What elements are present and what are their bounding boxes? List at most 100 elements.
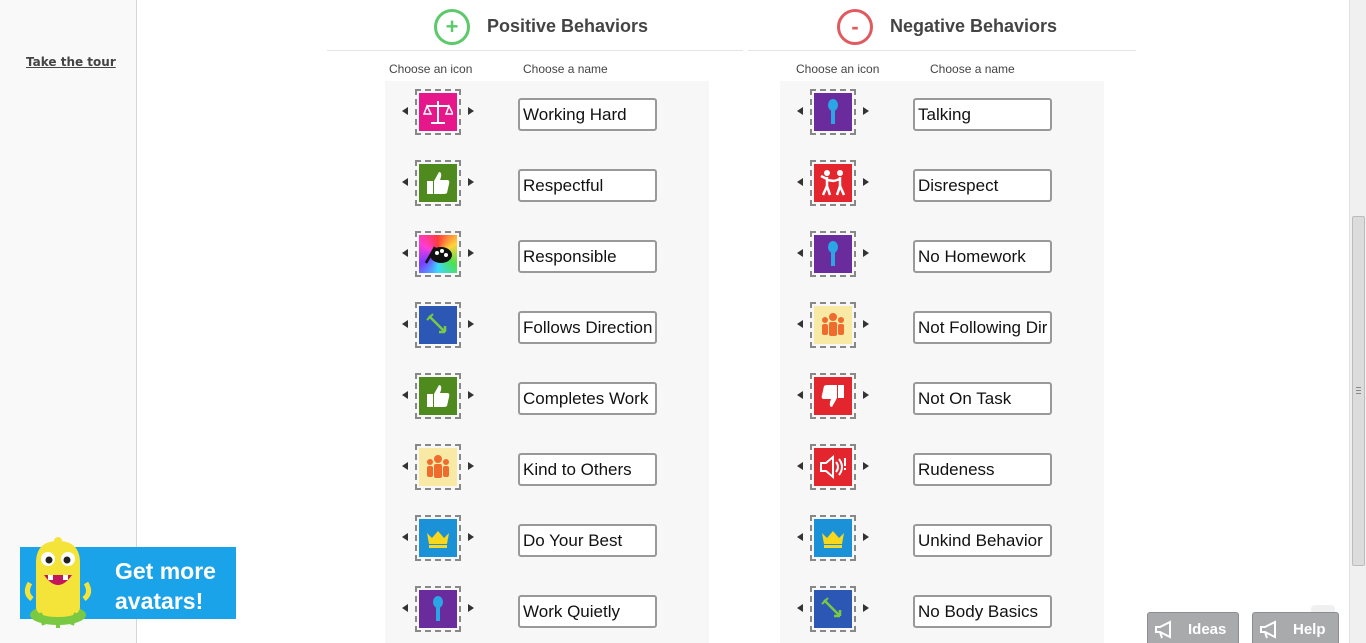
behavior-row [780, 584, 1104, 634]
next-icon-arrow[interactable] [863, 178, 869, 186]
previous-icon-arrow[interactable] [797, 533, 803, 541]
behavior-name-input[interactable] [913, 453, 1052, 486]
behavior-row [780, 158, 1104, 208]
behavior-icon-tile[interactable] [415, 160, 461, 206]
behavior-row [780, 87, 1104, 137]
behavior-icon-tile[interactable] [415, 302, 461, 348]
next-icon-arrow[interactable] [468, 604, 474, 612]
positive-behaviors-title: Positive Behaviors [487, 16, 649, 36]
previous-icon-arrow[interactable] [402, 462, 408, 470]
thumbs-up-icon [419, 164, 457, 202]
behavior-icon-tile[interactable] [415, 444, 461, 490]
behavior-name-input[interactable] [518, 524, 657, 557]
previous-icon-arrow[interactable] [797, 249, 803, 257]
behavior-row [780, 442, 1104, 492]
help-button[interactable]: Help [1252, 612, 1339, 643]
behavior-name-input[interactable] [913, 382, 1052, 415]
behavior-row [385, 300, 709, 350]
page-scrollbar[interactable] [1349, 0, 1366, 643]
behavior-icon-tile[interactable] [810, 373, 856, 419]
positive-choose-name-label: Choose a name [523, 62, 608, 76]
behavior-icon-tile[interactable] [415, 515, 461, 561]
behavior-row [385, 229, 709, 279]
behavior-row [385, 513, 709, 563]
behavior-icon-tile[interactable] [415, 231, 461, 277]
previous-icon-arrow[interactable] [402, 320, 408, 328]
previous-icon-arrow[interactable] [797, 462, 803, 470]
next-icon-arrow[interactable] [468, 320, 474, 328]
ideas-button[interactable]: Ideas [1147, 612, 1239, 643]
behavior-name-input[interactable] [518, 240, 657, 273]
previous-icon-arrow[interactable] [797, 178, 803, 186]
behavior-name-input[interactable] [518, 169, 657, 202]
megaphone-icon [1260, 620, 1276, 639]
promo-line-2: avatars! [115, 588, 204, 614]
behavior-row [780, 229, 1104, 279]
next-icon-arrow[interactable] [468, 533, 474, 541]
behavior-row [780, 371, 1104, 421]
behavior-icon-tile[interactable] [415, 373, 461, 419]
next-icon-arrow[interactable] [863, 320, 869, 328]
previous-icon-arrow[interactable] [797, 320, 803, 328]
microphone-icon [814, 235, 852, 273]
microphone-icon [419, 590, 457, 628]
behavior-name-input[interactable] [913, 98, 1052, 131]
behavior-name-input[interactable] [518, 98, 657, 131]
negative-behaviors-title: Negative Behaviors [890, 16, 1058, 36]
next-icon-arrow[interactable] [468, 391, 474, 399]
scrollbar-thumb[interactable] [1352, 216, 1365, 566]
behavior-icon-tile[interactable] [810, 444, 856, 490]
next-icon-arrow[interactable] [863, 391, 869, 399]
negative-behaviors-list [780, 81, 1104, 643]
behavior-row [385, 87, 709, 137]
behavior-icon-tile[interactable] [810, 515, 856, 561]
microphone-icon [814, 93, 852, 131]
behavior-icon-tile[interactable] [810, 89, 856, 135]
next-icon-arrow[interactable] [863, 533, 869, 541]
monster-avatar-icon [24, 537, 92, 628]
previous-icon-arrow[interactable] [797, 107, 803, 115]
behavior-icon-tile[interactable] [810, 160, 856, 206]
previous-icon-arrow[interactable] [797, 391, 803, 399]
behavior-name-input[interactable] [913, 524, 1052, 557]
behavior-name-input[interactable] [913, 311, 1052, 344]
next-icon-arrow[interactable] [863, 604, 869, 612]
previous-icon-arrow[interactable] [797, 604, 803, 612]
previous-icon-arrow[interactable] [402, 604, 408, 612]
take-the-tour-link[interactable]: Take the tour [26, 55, 116, 69]
previous-icon-arrow[interactable] [402, 533, 408, 541]
next-icon-arrow[interactable] [863, 462, 869, 470]
previous-icon-arrow[interactable] [402, 178, 408, 186]
behavior-row [385, 371, 709, 421]
behavior-icon-tile[interactable] [415, 586, 461, 632]
behavior-icon-tile[interactable] [810, 302, 856, 348]
promo-text: Get more avatars! [115, 556, 216, 616]
megaphone-icon [1155, 620, 1171, 639]
next-icon-arrow[interactable] [468, 178, 474, 186]
behavior-name-input[interactable] [913, 240, 1052, 273]
next-icon-arrow[interactable] [468, 249, 474, 257]
behavior-name-input[interactable] [913, 595, 1052, 628]
behavior-icon-tile[interactable] [810, 231, 856, 277]
behavior-name-input[interactable] [913, 169, 1052, 202]
behavior-name-input[interactable] [518, 382, 657, 415]
behavior-icon-tile[interactable] [810, 586, 856, 632]
behavior-row [780, 513, 1104, 563]
crown-icon [419, 519, 457, 557]
negative-choose-name-label: Choose a name [930, 62, 1015, 76]
positive-choose-icon-label: Choose an icon [389, 62, 473, 76]
next-icon-arrow[interactable] [863, 249, 869, 257]
behavior-name-input[interactable] [518, 311, 657, 344]
previous-icon-arrow[interactable] [402, 391, 408, 399]
previous-icon-arrow[interactable] [402, 249, 408, 257]
positive-behaviors-list [385, 81, 709, 643]
next-icon-arrow[interactable] [863, 107, 869, 115]
next-icon-arrow[interactable] [468, 107, 474, 115]
behavior-name-input[interactable] [518, 595, 657, 628]
thumbs-up-icon [419, 377, 457, 415]
loud-speaker-icon [814, 448, 852, 486]
behavior-name-input[interactable] [518, 453, 657, 486]
previous-icon-arrow[interactable] [402, 107, 408, 115]
next-icon-arrow[interactable] [468, 462, 474, 470]
behavior-icon-tile[interactable] [415, 89, 461, 135]
